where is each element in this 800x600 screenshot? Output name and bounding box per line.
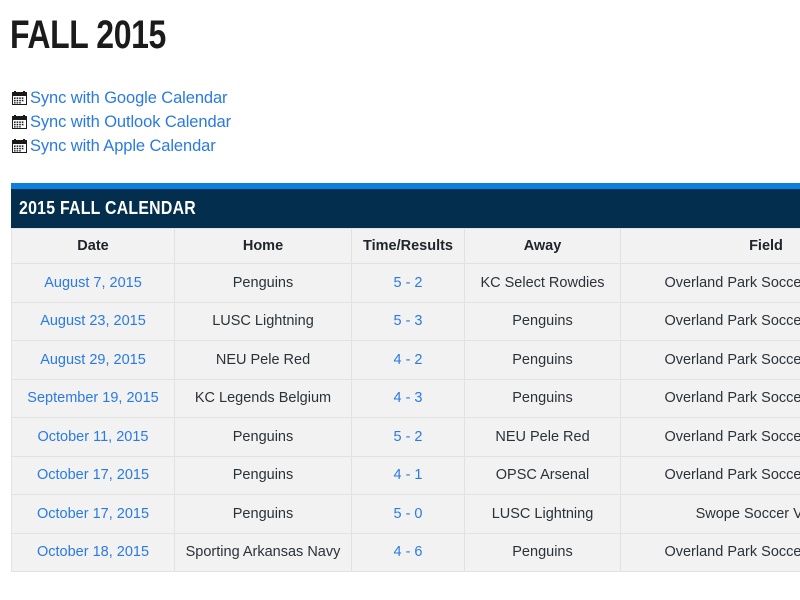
sync-link-label[interactable]: Sync with Outlook Calendar xyxy=(30,112,231,132)
cell-home: LUSC Lightning xyxy=(174,301,352,341)
page-title: FALL 2015 xyxy=(10,13,166,57)
result-link[interactable]: 4 - 6 xyxy=(393,544,422,560)
cell-away: LUSC Lightning xyxy=(464,494,621,534)
cell-date[interactable]: August 7, 2015 xyxy=(11,263,175,303)
calendar-icon xyxy=(12,91,27,105)
calendar-panel: 2015 FALL CALENDAR Date Home Time/Results A… xyxy=(11,183,800,572)
result-link[interactable]: 4 - 1 xyxy=(393,467,422,483)
page-root: FALL 2015 Sync with Google Calendar Sync … xyxy=(0,0,800,600)
date-link[interactable]: October 17, 2015 xyxy=(37,506,149,522)
result-link[interactable]: 5 - 3 xyxy=(393,313,422,329)
table-row: August 7, 2015 Penguins 5 - 2 KC Select Row… xyxy=(11,263,800,303)
cell-away: Penguins xyxy=(464,532,621,572)
panel-header-title: 2015 FALL CALENDAR xyxy=(19,198,196,218)
date-link[interactable]: August 23, 2015 xyxy=(40,313,146,329)
sync-links-list: Sync with Google Calendar Sync with Outlo… xyxy=(12,86,231,158)
cell-away: Penguins xyxy=(464,301,621,341)
cell-date[interactable]: October 11, 2015 xyxy=(11,417,175,457)
result-link[interactable]: 5 - 2 xyxy=(393,275,422,291)
date-link[interactable]: August 29, 2015 xyxy=(40,352,146,368)
cell-away: OPSC Arsenal xyxy=(464,455,621,495)
cell-result[interactable]: 5 - 2 xyxy=(351,263,465,303)
cell-away: Penguins xyxy=(464,340,621,380)
cell-field: Overland Park Soccer Complex xyxy=(620,417,800,457)
cell-home: Penguins xyxy=(174,455,352,495)
table-row: August 23, 2015 LUSC Lightning 5 - 3 Pengui… xyxy=(11,301,800,341)
date-link[interactable]: October 18, 2015 xyxy=(37,544,149,560)
cell-away: Penguins xyxy=(464,378,621,418)
cell-result[interactable]: 5 - 0 xyxy=(351,494,465,534)
sync-link-item[interactable]: Sync with Apple Calendar xyxy=(12,134,231,158)
calendar-icon xyxy=(12,139,27,153)
cell-result[interactable]: 4 - 6 xyxy=(351,532,465,572)
table-row: October 17, 2015 Penguins 4 - 1 OPSC Arsena… xyxy=(11,455,800,495)
date-link[interactable]: August 7, 2015 xyxy=(44,275,142,291)
column-header-time-results: Time/Results xyxy=(351,228,465,264)
calendar-table-body: August 7, 2015 Penguins 5 - 2 KC Select Row… xyxy=(11,263,800,572)
cell-result[interactable]: 5 - 3 xyxy=(351,301,465,341)
cell-home: Penguins xyxy=(174,417,352,457)
date-link[interactable]: October 11, 2015 xyxy=(38,429,149,445)
result-link[interactable]: 4 - 3 xyxy=(393,390,422,406)
table-row: October 17, 2015 Penguins 5 - 0 LUSC Lightn… xyxy=(11,494,800,534)
cell-field: Swope Soccer Village xyxy=(620,494,800,534)
table-row: August 29, 2015 NEU Pele Red 4 - 2 Penguins… xyxy=(11,340,800,380)
panel-header: 2015 FALL CALENDAR xyxy=(11,189,800,228)
cell-date[interactable]: October 17, 2015 xyxy=(11,455,175,495)
cell-date[interactable]: August 23, 2015 xyxy=(11,301,175,341)
date-link[interactable]: September 19, 2015 xyxy=(27,390,158,406)
cell-home: KC Legends Belgium xyxy=(174,378,352,418)
cell-home: NEU Pele Red xyxy=(174,340,352,380)
cell-date[interactable]: October 18, 2015 xyxy=(11,532,175,572)
column-header-field: Field xyxy=(620,228,800,264)
date-link[interactable]: October 17, 2015 xyxy=(37,467,149,483)
cell-result[interactable]: 4 - 1 xyxy=(351,455,465,495)
cell-home: Penguins xyxy=(174,494,352,534)
result-link[interactable]: 4 - 2 xyxy=(393,352,422,368)
cell-result[interactable]: 4 - 2 xyxy=(351,340,465,380)
cell-field: Overland Park Soccer Complex xyxy=(620,263,800,303)
sync-link-label[interactable]: Sync with Google Calendar xyxy=(30,88,228,108)
sync-link-item[interactable]: Sync with Outlook Calendar xyxy=(12,110,231,134)
column-header-date: Date xyxy=(11,228,175,264)
result-link[interactable]: 5 - 2 xyxy=(393,429,422,445)
cell-home: Sporting Arkansas Navy xyxy=(174,532,352,572)
cell-field: Overland Park Soccer Complex xyxy=(620,340,800,380)
calendar-table: Date Home Time/Results Away Field August 7, … xyxy=(11,228,800,572)
table-row: October 11, 2015 Penguins 5 - 2 NEU Pele Re… xyxy=(11,417,800,457)
result-link[interactable]: 5 - 0 xyxy=(393,506,422,522)
column-header-away: Away xyxy=(464,228,621,264)
table-row: October 18, 2015 Sporting Arkansas Navy 4 … xyxy=(11,532,800,572)
calendar-table-head: Date Home Time/Results Away Field xyxy=(11,228,800,264)
cell-away: KC Select Rowdies xyxy=(464,263,621,303)
table-row: September 19, 2015 KC Legends Belgium 4 - … xyxy=(11,378,800,418)
cell-date[interactable]: August 29, 2015 xyxy=(11,340,175,380)
cell-away: NEU Pele Red xyxy=(464,417,621,457)
cell-date[interactable]: October 17, 2015 xyxy=(11,494,175,534)
cell-result[interactable]: 5 - 2 xyxy=(351,417,465,457)
cell-field: Overland Park Soccer Complex xyxy=(620,378,800,418)
column-header-home: Home xyxy=(174,228,352,264)
sync-link-item[interactable]: Sync with Google Calendar xyxy=(12,86,231,110)
cell-result[interactable]: 4 - 3 xyxy=(351,378,465,418)
cell-field: Overland Park Soccer Complex xyxy=(620,532,800,572)
cell-date[interactable]: September 19, 2015 xyxy=(11,378,175,418)
cell-field: Overland Park Soccer Complex xyxy=(620,301,800,341)
sync-link-label[interactable]: Sync with Apple Calendar xyxy=(30,136,216,156)
cell-home: Penguins xyxy=(174,263,352,303)
calendar-icon xyxy=(12,115,27,129)
table-header-row: Date Home Time/Results Away Field xyxy=(11,228,800,264)
cell-field: Overland Park Soccer Complex xyxy=(620,455,800,495)
